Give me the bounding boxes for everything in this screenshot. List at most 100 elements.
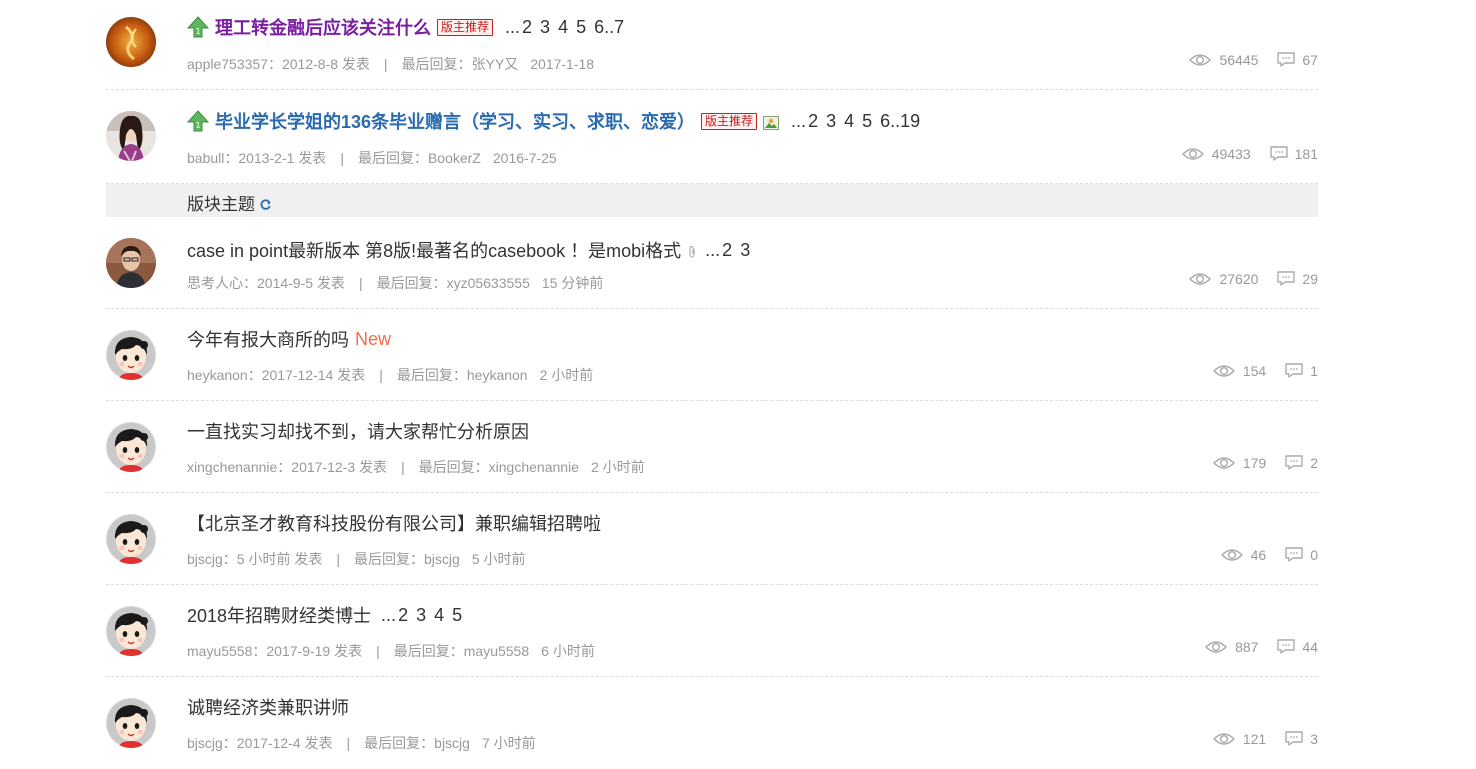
thread-title-link[interactable]: 诚聘经济类兼职讲师 [187, 694, 349, 720]
last-reply-time-link[interactable]: 5 小时前 [472, 549, 526, 569]
reply-count: 181 [1294, 145, 1318, 162]
avatar[interactable] [106, 111, 156, 161]
last-reply-user-link[interactable]: bjscjg [434, 735, 470, 751]
last-reply-user-link[interactable]: 张YY又 [472, 54, 519, 74]
author-link[interactable]: bjscjg [187, 551, 223, 567]
pager-page-link[interactable]: 4 [558, 17, 568, 38]
thread-meta: 思考人心： 2014-9-5 发表 | 最后回复： xyz05633555 15… [187, 273, 603, 293]
moderator-recommend-badge: 版主推荐 [701, 112, 758, 130]
post-suffix: 发表 [337, 367, 366, 383]
pager-page-link[interactable]: 4 [434, 605, 444, 626]
last-reply-time-link[interactable]: 2 小时前 [540, 365, 594, 385]
thread-meta: xingchenannie： 2017-12-3 发表 | 最后回复： xing… [187, 457, 645, 477]
thread-stats: 56445 67 [1189, 51, 1318, 68]
view-count: 179 [1242, 454, 1267, 471]
thread-title-link[interactable]: 今年有报大商所的吗 [187, 326, 349, 352]
post-suffix: 发表 [304, 735, 333, 751]
last-reply-time-link[interactable]: 6 小时前 [541, 641, 595, 661]
thread-stats: 27620 29 [1189, 270, 1318, 287]
pager-page-link[interactable]: 5 [452, 605, 462, 626]
author-link[interactable]: 思考人心 [187, 273, 243, 293]
pager-page-link[interactable]: 3 [416, 605, 426, 626]
last-reply-user-link[interactable]: BookerZ [428, 150, 481, 166]
avatar[interactable] [106, 422, 156, 472]
pager-page-link[interactable]: 2 [522, 17, 532, 38]
thread-row: 【北京圣才教育科技股份有限公司】兼职编辑招聘啦 bjscjg： 5 小时前 发表… [106, 493, 1318, 585]
author-link[interactable]: apple753357 [187, 56, 268, 72]
view-count: 121 [1242, 730, 1267, 747]
pager-page-link[interactable]: ..19 [890, 111, 920, 132]
thread-row: 2018年招聘财经类博士 ... 2 3 4 5 mayu5558： 2017-… [106, 585, 1318, 677]
pager-page-link[interactable]: 2 [398, 605, 408, 626]
last-reply-time-link[interactable]: 7 小时前 [482, 733, 536, 753]
pager-page-link[interactable]: 2 [722, 240, 732, 261]
avatar[interactable] [106, 698, 156, 748]
thread-title-link[interactable]: 理工转金融后应该关注什么 [215, 14, 431, 40]
views-eye-icon [1212, 455, 1235, 471]
pager-page-link[interactable]: 2 [808, 111, 818, 132]
avatar[interactable] [106, 606, 156, 656]
pager-ellipsis: ... [505, 16, 521, 37]
pager-page-link[interactable]: 4 [844, 111, 854, 132]
thread-pager: ... 2 3 4 5 6 ..19 [791, 111, 928, 132]
avatar[interactable] [106, 17, 156, 67]
thread-meta: mayu5558： 2017-9-19 发表 | 最后回复： mayu5558 … [187, 641, 595, 661]
replies-bubble-icon [1276, 270, 1296, 287]
pager-page-link[interactable]: 6 [594, 17, 604, 38]
last-reply-user-link[interactable]: mayu5558 [464, 643, 529, 659]
avatar[interactable] [106, 514, 156, 564]
replies-bubble-icon [1276, 51, 1296, 68]
views-eye-icon [1205, 639, 1228, 655]
avatar[interactable] [106, 238, 156, 288]
author-link[interactable]: heykanon [187, 367, 248, 383]
thread-title-link[interactable]: 2018年招聘财经类博士 [187, 602, 371, 628]
replies-bubble-icon [1284, 362, 1304, 379]
author-link[interactable]: mayu5558 [187, 643, 252, 659]
thread-stats: 887 44 [1205, 638, 1318, 655]
last-reply-label: 最后回复： [376, 275, 447, 291]
section-title-text: 版块主题 [187, 195, 255, 214]
pager-page-link[interactable]: 3 [826, 111, 836, 132]
thread-meta: bjscjg： 2017-12-4 发表 | 最后回复： bjscjg 7 小时… [187, 733, 536, 753]
thread-title-link[interactable]: case in point最新版本 第8版!最著名的casebook ！是mob… [187, 237, 681, 263]
colon: ： [277, 459, 292, 475]
section-header-bar: 版块主题 [106, 184, 1318, 217]
last-reply-time-link[interactable]: 2017-1-18 [530, 56, 594, 72]
thread-title-link[interactable]: 毕业学长学姐的136条毕业赠言（学习、实习、求职、恋爱） [215, 108, 695, 134]
pager-page-link[interactable]: 5 [862, 111, 872, 132]
pager-page-link[interactable]: 5 [576, 17, 586, 38]
pager-page-link[interactable]: ..7 [604, 17, 624, 38]
colon: ： [222, 551, 237, 567]
last-reply-user-link[interactable]: xingchenannie [489, 459, 579, 475]
pager-page-link[interactable]: 6 [880, 111, 890, 132]
pager-page-link[interactable]: 3 [540, 17, 550, 38]
avatar[interactable] [106, 330, 156, 380]
last-reply-time-link[interactable]: 2 小时前 [591, 457, 645, 477]
moderator-recommend-badge: 版主推荐 [437, 18, 494, 36]
last-reply-user-link[interactable]: xyz05633555 [447, 275, 530, 291]
thread-row: 诚聘经济类兼职讲师 bjscjg： 2017-12-4 发表 | 最后回复： b… [106, 677, 1318, 769]
post-suffix: 发表 [359, 459, 388, 475]
thread-title-line: 1 毕业学长学姐的136条毕业赠言（学习、实习、求职、恋爱） 版主推荐 ... … [186, 108, 928, 134]
last-reply-label: 最后回复： [393, 643, 464, 659]
last-reply-user-link[interactable]: bjscjg [424, 551, 460, 567]
author-link[interactable]: xingchenannie [187, 459, 277, 475]
replies-bubble-icon [1284, 546, 1304, 563]
thread-title-link[interactable]: 【北京圣才教育科技股份有限公司】兼职编辑招聘啦 [187, 510, 601, 536]
author-link[interactable]: babull [187, 150, 224, 166]
last-reply-user-link[interactable]: heykanon [467, 367, 528, 383]
pager-page-link[interactable]: 3 [740, 240, 750, 261]
refresh-icon[interactable] [259, 196, 272, 210]
author-link[interactable]: bjscjg [187, 735, 223, 751]
replies-bubble-icon [1284, 454, 1304, 471]
thread-title-link[interactable]: 一直找实习却找不到，请大家帮忙分析原因 [187, 418, 529, 444]
last-reply-time-link[interactable]: 2016-7-25 [493, 150, 557, 166]
svg-text:1: 1 [195, 27, 200, 36]
thread-title-line: 诚聘经济类兼职讲师 [187, 694, 349, 720]
post-date: 2013-2-1 [238, 150, 295, 166]
thread-title-line: 2018年招聘财经类博士 ... 2 3 4 5 [187, 602, 470, 628]
last-reply-time-link[interactable]: 15 分钟前 [542, 273, 603, 293]
post-date: 5 小时前 [236, 551, 291, 567]
thread-title-line: case in point最新版本 第8版!最著名的casebook ！是mob… [187, 237, 758, 263]
thread-stats: 121 3 [1212, 730, 1318, 747]
